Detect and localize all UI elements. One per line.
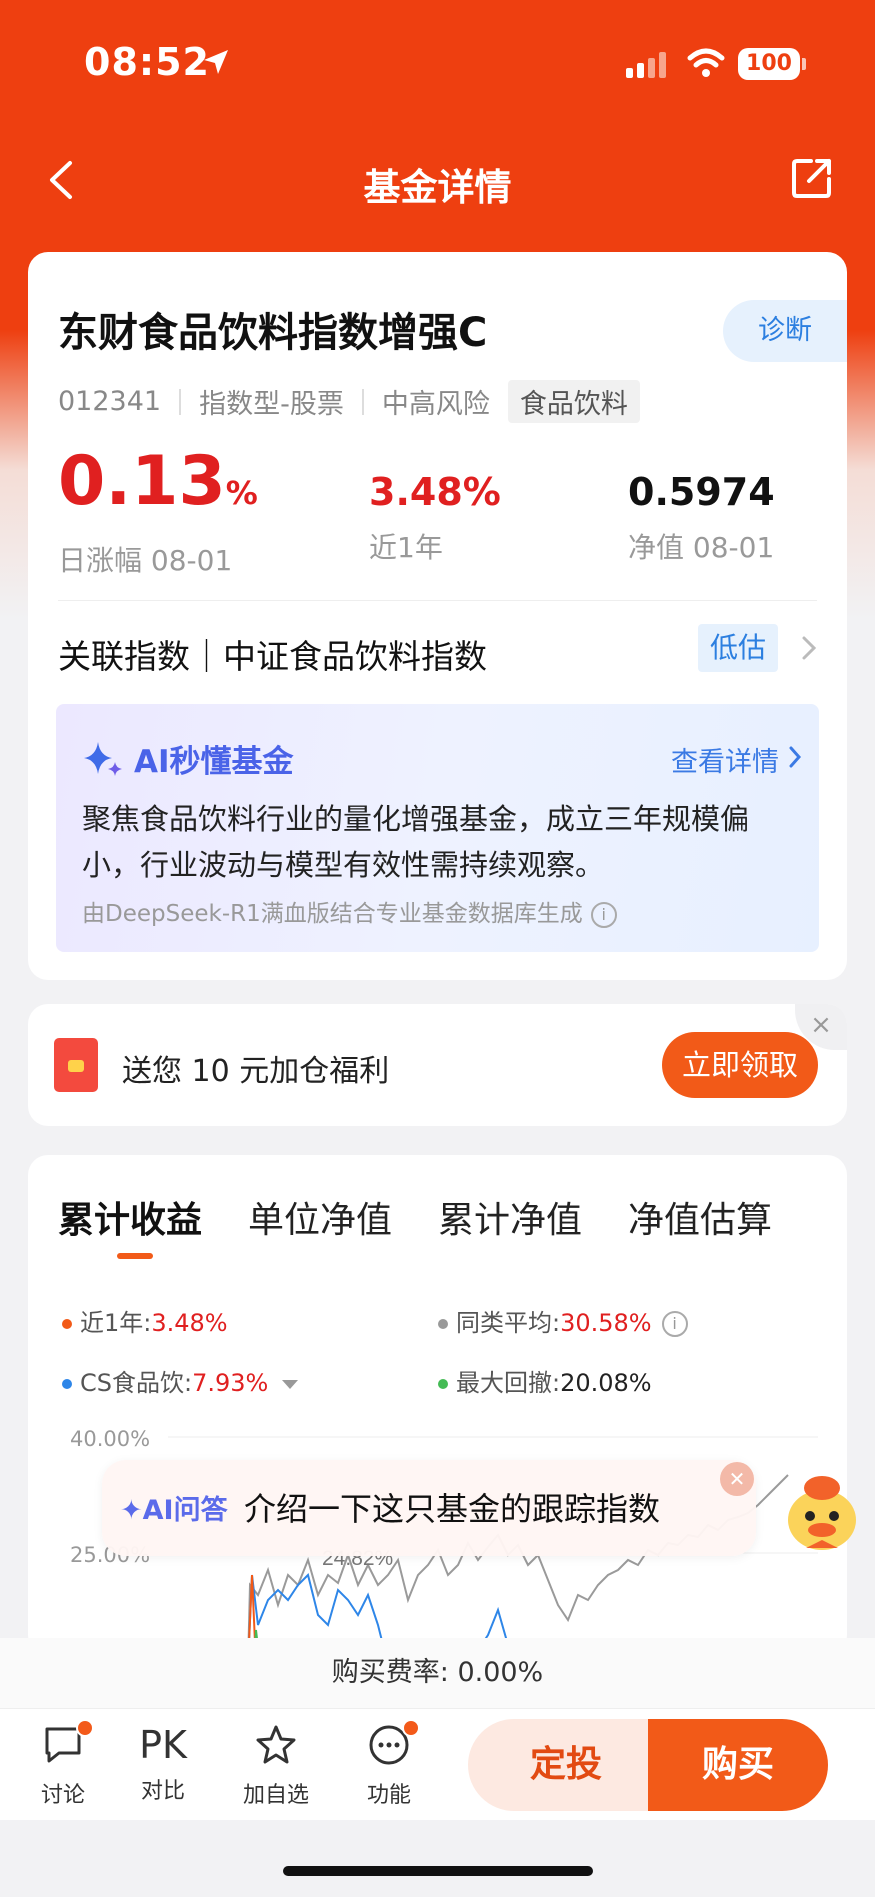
fund-risk: 中高风险 (381, 389, 490, 420)
tab-unit-nav[interactable]: 单位净值 (248, 1191, 392, 1243)
sparkle-icon (84, 742, 122, 776)
promo-card: 送您 10 元加仓福利 立即领取 × (28, 1004, 847, 1126)
tab-cumulative-nav[interactable]: 累计净值 (438, 1191, 582, 1243)
share-icon[interactable] (789, 155, 835, 201)
location-arrow-icon (204, 50, 228, 74)
chevron-right-icon[interactable] (787, 744, 803, 770)
performance-tabs: 累计收益 单位净值 累计净值 净值估算 (58, 1191, 818, 1243)
legend-label: 同类平均: (456, 1309, 561, 1337)
one-year-value: 3.48% (369, 470, 501, 514)
daily-change-unit: % (225, 474, 258, 512)
wifi-icon (687, 48, 725, 77)
legend-value: 3.48% (151, 1309, 228, 1337)
ai-question-text: 介绍一下这只基金的跟踪指数 (244, 1490, 661, 1528)
ai-qa-label: ✦AI问答 (120, 1495, 228, 1526)
bottom-action-bar: 讨论 PK 对比 加自选 功能 定投 购买 (0, 1708, 875, 1820)
page-title: 基金详情 (363, 166, 512, 209)
legend-one-year: 近1年:3.48% (62, 1303, 228, 1338)
dropdown-triangle-icon[interactable] (282, 1379, 299, 1389)
discuss-button[interactable]: 讨论 (28, 1719, 98, 1809)
performance-card: 累计收益 单位净值 累计净值 净值估算 近1年:3.48% 同类平均:30.58… (28, 1155, 847, 1655)
ai-footer-text: 由DeepSeek-R1满血版结合专业基金数据库生成 (82, 901, 583, 927)
legend-dot (62, 1319, 72, 1329)
fund-meta: 012341 指数型-股票 中高风险 食品饮料 (58, 380, 640, 423)
related-index[interactable]: 关联指数｜中证食品饮料指数 (58, 630, 487, 678)
notification-badge (76, 1719, 94, 1737)
battery-cap (802, 58, 806, 70)
nav-label: 净值 08-01 (628, 531, 775, 564)
status-bar: 08:52 100 (0, 0, 875, 130)
add-watchlist-button[interactable]: 加自选 (241, 1723, 311, 1809)
signal-icon (626, 52, 666, 78)
one-year-stat: 3.48% 近1年 (369, 464, 501, 566)
ai-summary-box[interactable]: AI秒懂基金 查看详情 聚焦食品饮料行业的量化增强基金，成立三年规模偏小，行业波… (56, 704, 819, 952)
function-label: 功能 (366, 1783, 411, 1808)
legend-dot (62, 1379, 72, 1389)
info-icon[interactable]: i (590, 901, 617, 928)
fund-name: 东财食品饮料指数增强C (58, 310, 488, 356)
buy-button[interactable]: 购买 (648, 1719, 828, 1811)
daily-change-stat: 0.13% 日涨幅 08-01 (58, 442, 258, 579)
active-tab-indicator (117, 1253, 153, 1259)
ai-summary-footer: 由DeepSeek-R1满血版结合专业基金数据库生成 i (82, 894, 617, 928)
ai-summary-title: AI秒懂基金 (134, 744, 294, 780)
meta-divider (361, 388, 364, 415)
home-indicator-area (0, 1820, 875, 1897)
nav-value: 0.5974 (628, 470, 775, 514)
fund-code: 012341 (58, 386, 162, 417)
legend-max-drawdown: 最大回撤:20.08% (438, 1363, 652, 1398)
one-year-label: 近1年 (369, 531, 443, 564)
info-icon[interactable]: i (661, 1311, 688, 1337)
compare-button[interactable]: PK 对比 (128, 1723, 198, 1805)
ai-question-bubble[interactable]: ✦AI问答 介绍一下这只基金的跟踪指数 (102, 1460, 756, 1556)
nav-bar: 基金详情 (0, 145, 875, 215)
fund-info-card: 东财食品饮料指数增强C 诊断 012341 指数型-股票 中高风险 食品饮料 0… (28, 252, 847, 980)
claim-button[interactable]: 立即领取 (662, 1032, 818, 1098)
y-tick-top: 40.00% (70, 1427, 151, 1451)
legend-dot (438, 1379, 448, 1389)
legend-category-average: 同类平均:30.58% i (438, 1303, 688, 1338)
diagnose-button[interactable]: 诊断 (723, 300, 847, 362)
legend-value: 30.58% (560, 1309, 652, 1337)
close-icon[interactable]: ✕ (720, 1462, 754, 1496)
daily-change-label: 日涨幅 08-01 (58, 544, 233, 577)
tab-nav-estimate[interactable]: 净值估算 (628, 1191, 772, 1243)
meta-divider (179, 388, 182, 415)
red-packet-icon (54, 1038, 98, 1092)
view-details-link[interactable]: 查看详情 (671, 740, 779, 779)
nav-stat: 0.5974 净值 08-01 (628, 464, 775, 566)
battery-indicator: 100 (738, 48, 800, 80)
compare-label: 对比 (140, 1779, 185, 1804)
add-watchlist-label: 加自选 (242, 1783, 309, 1808)
purchase-fee-rate: 购买费率: 0.00% (0, 1638, 875, 1708)
legend-label: 近1年: (80, 1309, 152, 1337)
legend-benchmark[interactable]: CS食品饮:7.93% (62, 1363, 299, 1398)
fund-type: 指数型-股票 (199, 389, 344, 420)
ai-qa-label-text: AI问答 (142, 1495, 228, 1526)
home-indicator[interactable] (283, 1866, 593, 1876)
legend-label: 最大回撤: (456, 1369, 561, 1397)
status-time: 08:52 (84, 40, 210, 84)
chevron-right-icon[interactable] (798, 632, 820, 664)
star-icon (256, 1725, 296, 1764)
legend-value: 7.93% (192, 1369, 269, 1397)
divider (58, 600, 817, 601)
fixed-investment-button[interactable]: 定投 (468, 1719, 664, 1811)
legend-label: CS食品饮: (80, 1369, 193, 1397)
notification-badge (402, 1719, 420, 1737)
legend-value: 20.08% (560, 1369, 652, 1397)
valuation-badge: 低估 (698, 624, 778, 672)
promo-text: 送您 10 元加仓福利 (122, 1054, 390, 1089)
sector-tag[interactable]: 食品饮料 (507, 380, 640, 423)
discuss-label: 讨论 (40, 1783, 85, 1808)
assistant-mascot-icon[interactable] (776, 1470, 866, 1556)
tab-cumulative-return[interactable]: 累计收益 (58, 1191, 202, 1243)
daily-change-value: 0.13 (58, 442, 226, 521)
function-button[interactable]: 功能 (354, 1719, 424, 1809)
legend-dot (438, 1319, 448, 1329)
pk-icon: PK (139, 1723, 187, 1767)
ai-summary-text: 聚焦食品饮料行业的量化增强基金，成立三年规模偏小，行业波动与模型有效性需持续观察… (82, 802, 750, 882)
